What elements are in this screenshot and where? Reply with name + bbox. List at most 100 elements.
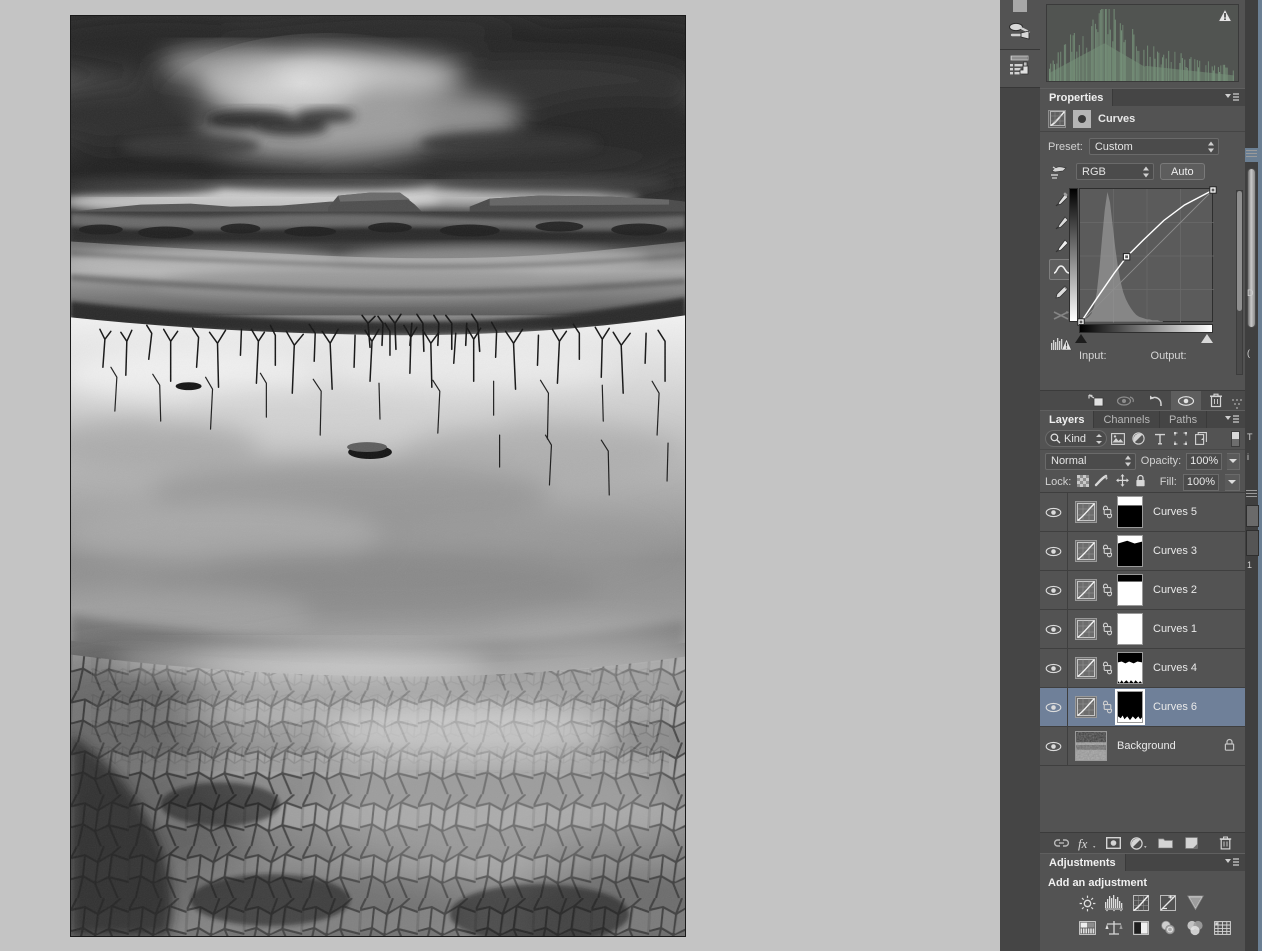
layer-visibility-toggle[interactable] <box>1040 727 1068 765</box>
lock-all-icon[interactable] <box>1135 474 1146 490</box>
layer-name[interactable]: Curves 3 <box>1153 545 1245 557</box>
blend-mode-select[interactable]: Normal <box>1045 452 1136 470</box>
layer-thumbnails[interactable] <box>1068 496 1143 528</box>
layer-mask-thumbnail[interactable] <box>1117 613 1143 645</box>
curves-adjustment-icon[interactable] <box>1075 657 1097 679</box>
tab-adjustments[interactable]: Adjustments <box>1040 854 1126 871</box>
brush-presets-icon[interactable] <box>1000 12 1040 50</box>
layer-row[interactable]: Background <box>1040 727 1245 766</box>
sliver-box-1[interactable] <box>1246 505 1259 527</box>
adjustments-panel-menu-icon[interactable] <box>1219 854 1245 871</box>
layer-name[interactable]: Curves 2 <box>1153 584 1245 596</box>
tab-channels[interactable]: Channels <box>1094 411 1160 428</box>
black-and-white-icon[interactable] <box>1132 919 1150 937</box>
layer-mask-thumbnail[interactable] <box>1117 574 1143 606</box>
brightness-contrast-icon[interactable] <box>1078 894 1096 912</box>
filter-kind-select[interactable]: Kind <box>1045 430 1107 447</box>
color-lookup-icon[interactable] <box>1213 919 1231 937</box>
fill-dropdown-icon[interactable] <box>1225 473 1240 491</box>
layer-row[interactable]: Curves 4 <box>1040 649 1245 688</box>
curves-adjustment-icon[interactable] <box>1075 618 1097 640</box>
hue-saturation-icon[interactable] <box>1078 919 1096 937</box>
sliver-box-2[interactable] <box>1246 530 1259 556</box>
curves-adjustment-icon[interactable] <box>1075 540 1097 562</box>
curves-icon[interactable] <box>1132 894 1150 912</box>
channel-select[interactable]: RGB <box>1076 163 1154 180</box>
layer-visibility-toggle[interactable] <box>1040 610 1068 648</box>
view-previous-state-icon[interactable] <box>1111 391 1141 410</box>
layer-row[interactable]: Curves 3 <box>1040 532 1245 571</box>
next-dock-column-sliver[interactable]: D ( T i 1 <box>1245 0 1262 951</box>
link-mask-icon[interactable] <box>1101 661 1113 675</box>
layer-name[interactable]: Curves 5 <box>1153 506 1245 518</box>
opacity-value[interactable]: 100% <box>1186 452 1223 470</box>
reset-adjustment-icon[interactable] <box>1141 391 1171 410</box>
filter-adjustment-icon[interactable] <box>1128 430 1149 448</box>
vibrance-icon[interactable] <box>1186 894 1204 912</box>
sliver-grip-icon-2[interactable] <box>1246 490 1257 499</box>
opacity-dropdown-icon[interactable] <box>1227 452 1240 470</box>
layer-visibility-toggle[interactable] <box>1040 532 1068 570</box>
blend-mode-stepper-icon[interactable] <box>1124 455 1132 467</box>
layer-list[interactable]: Curves 5 Curves 3 Curves 2 Curves 1 Curves 4… <box>1040 493 1245 766</box>
layer-thumbnails[interactable] <box>1068 731 1107 761</box>
filter-smartobject-icon[interactable] <box>1191 430 1212 448</box>
layer-row[interactable]: Curves 6 <box>1040 688 1245 727</box>
sliver-grip-icon[interactable] <box>1246 150 1257 159</box>
auto-button[interactable]: Auto <box>1160 163 1205 180</box>
link-mask-icon[interactable] <box>1101 622 1113 636</box>
filter-enable-toggle[interactable] <box>1231 430 1240 447</box>
link-mask-icon[interactable] <box>1101 505 1113 519</box>
canvas-area[interactable] <box>0 0 1000 951</box>
color-balance-icon[interactable] <box>1105 919 1123 937</box>
lock-transparent-pixels-icon[interactable] <box>1077 474 1090 490</box>
channel-mixer-icon[interactable] <box>1186 919 1204 937</box>
curves-adjustment-icon[interactable] <box>1075 501 1097 523</box>
collapsed-panel-rail[interactable] <box>1000 0 1040 951</box>
layer-thumbnails[interactable] <box>1068 689 1145 725</box>
layer-row[interactable]: Curves 2 <box>1040 571 1245 610</box>
layer-name[interactable]: Curves 1 <box>1153 623 1245 635</box>
new-adjustment-layer-icon[interactable] <box>1126 833 1152 853</box>
properties-panel-menu-icon[interactable] <box>1219 89 1245 106</box>
histogram-panel[interactable] <box>1040 0 1245 88</box>
filter-shape-icon[interactable] <box>1170 430 1191 448</box>
new-layer-icon[interactable] <box>1178 833 1204 853</box>
link-mask-icon[interactable] <box>1101 700 1113 714</box>
lock-image-pixels-icon[interactable] <box>1095 474 1110 490</box>
layer-style-fx-icon[interactable]: fx <box>1074 833 1100 853</box>
layer-mask-thumbnail[interactable] <box>1117 496 1143 528</box>
new-group-icon[interactable] <box>1152 833 1178 853</box>
layer-image-thumbnail[interactable] <box>1075 731 1107 761</box>
curves-adjustment-icon[interactable] <box>1075 696 1097 718</box>
properties-scrollbar[interactable] <box>1236 190 1243 375</box>
channel-stepper-icon[interactable] <box>1143 166 1150 177</box>
layer-name[interactable]: Curves 4 <box>1153 662 1245 674</box>
properties-tabstrip[interactable]: Properties <box>1040 88 1245 106</box>
layer-thumbnails[interactable] <box>1068 574 1143 606</box>
layer-visibility-toggle[interactable] <box>1040 493 1068 531</box>
tab-properties[interactable]: Properties <box>1040 89 1114 106</box>
exposure-icon[interactable] <box>1159 894 1177 912</box>
delete-layer-icon[interactable] <box>1212 833 1238 853</box>
filter-kind-stepper-icon[interactable] <box>1096 433 1102 444</box>
warning-triangle-icon[interactable] <box>1218 8 1232 22</box>
layer-row[interactable]: Curves 5 <box>1040 493 1245 532</box>
filter-pixel-icon[interactable] <box>1107 430 1128 448</box>
curves-graph[interactable] <box>1077 186 1217 326</box>
layer-mask-thumbnail[interactable] <box>1117 535 1143 567</box>
tool-presets-icon[interactable] <box>1000 50 1040 88</box>
layer-thumbnails[interactable] <box>1068 613 1143 645</box>
layer-filter-row[interactable]: Kind <box>1040 428 1245 450</box>
lock-position-icon[interactable] <box>1116 474 1130 490</box>
sliver-scrollbar[interactable] <box>1247 168 1256 328</box>
layer-name[interactable]: Curves 6 <box>1153 701 1245 713</box>
clip-to-layer-icon[interactable] <box>1081 391 1111 410</box>
layer-mask-thumbnail[interactable] <box>1115 689 1145 725</box>
layers-footer[interactable]: fx <box>1040 832 1245 853</box>
layer-row[interactable]: Curves 1 <box>1040 610 1245 649</box>
link-mask-icon[interactable] <box>1101 583 1113 597</box>
layer-mask-thumbnail[interactable] <box>1117 652 1143 684</box>
properties-footer[interactable] <box>1040 390 1245 410</box>
layer-name[interactable]: Background <box>1117 740 1224 752</box>
